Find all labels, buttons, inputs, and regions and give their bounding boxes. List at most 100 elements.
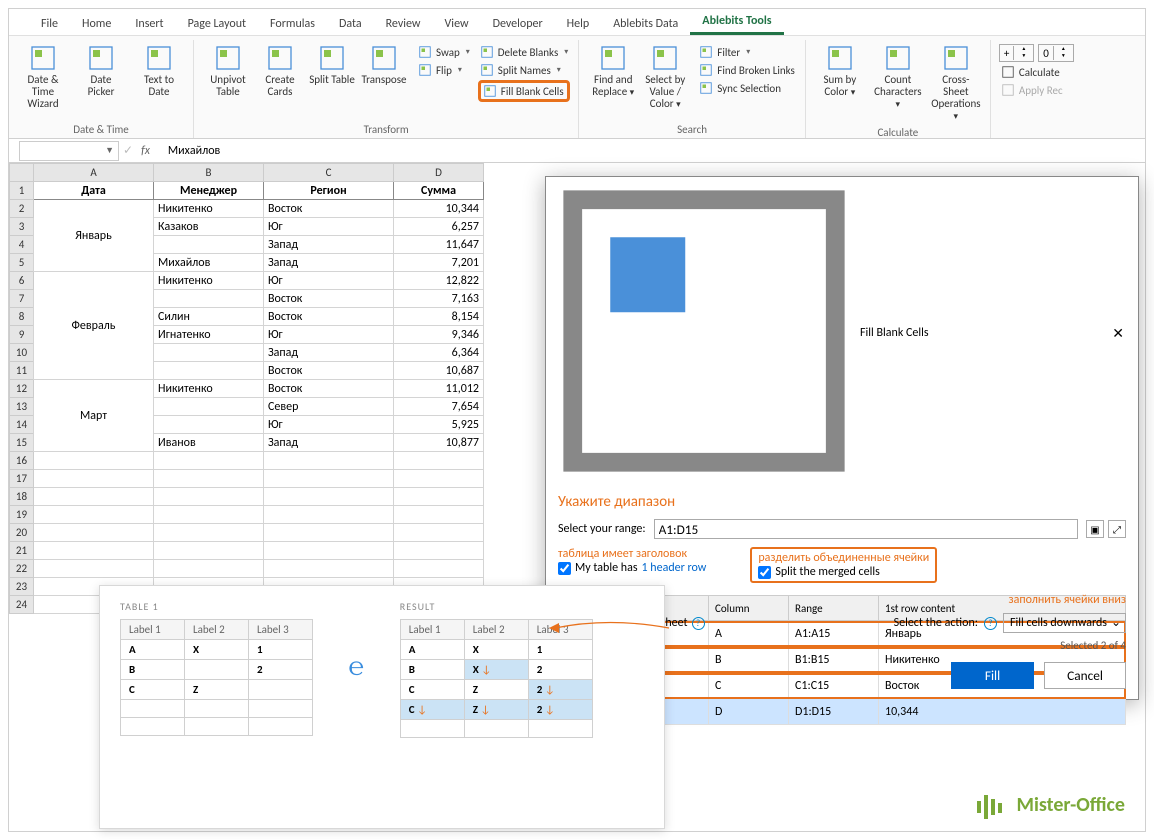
- tab-developer[interactable]: Developer: [481, 13, 555, 35]
- sum-by-color-button[interactable]: Sum by Color ▾: [814, 42, 866, 100]
- help-icon[interactable]: ?: [692, 617, 705, 630]
- cell[interactable]: 10,877: [394, 434, 484, 452]
- cell[interactable]: [154, 416, 264, 434]
- tab-formulas[interactable]: Formulas: [258, 13, 327, 35]
- expand-range-icon[interactable]: ⤢: [1108, 520, 1126, 538]
- cell[interactable]: Запад: [264, 344, 394, 362]
- find-and-replace-button[interactable]: Find and Replace ▾: [587, 42, 639, 112]
- date-time-wizard-button[interactable]: Date & Time Wizard: [17, 42, 69, 112]
- cell[interactable]: Восток: [264, 290, 394, 308]
- cell[interactable]: Восток: [264, 362, 394, 380]
- fill-blank-cells-button[interactable]: Fill Blank Cells: [478, 80, 570, 102]
- name-box[interactable]: ▼: [19, 141, 119, 161]
- tab-file[interactable]: File: [29, 13, 70, 35]
- action-select[interactable]: Fill cells downwards: [1003, 613, 1126, 633]
- cell[interactable]: 5,925: [394, 416, 484, 434]
- apply-button[interactable]: Apply Rec: [999, 82, 1074, 98]
- header-cell[interactable]: Дата: [34, 182, 154, 200]
- tab-view[interactable]: View: [433, 13, 481, 35]
- tab-insert[interactable]: Insert: [123, 13, 175, 35]
- cell[interactable]: 12,822: [394, 272, 484, 290]
- cell[interactable]: 7,201: [394, 254, 484, 272]
- formula-content[interactable]: Михайлов: [158, 144, 1145, 158]
- cell[interactable]: Запад: [264, 434, 394, 452]
- cell[interactable]: [154, 290, 264, 308]
- cell[interactable]: Никитенко: [154, 380, 264, 398]
- header-cell[interactable]: Регион: [264, 182, 394, 200]
- tab-data[interactable]: Data: [327, 13, 374, 35]
- spinner-plus[interactable]: +▲▼: [999, 44, 1034, 62]
- cell[interactable]: Никитенко: [154, 200, 264, 218]
- cell[interactable]: Казаков: [154, 218, 264, 236]
- split-table-button[interactable]: Split Table: [306, 42, 358, 100]
- cell[interactable]: Февраль: [34, 272, 154, 380]
- cell[interactable]: [154, 362, 264, 380]
- cell[interactable]: [154, 344, 264, 362]
- cell[interactable]: Силин: [154, 308, 264, 326]
- cell[interactable]: 7,163: [394, 290, 484, 308]
- count-characters-button[interactable]: Count Characters ▾: [872, 42, 924, 112]
- cell[interactable]: Запад: [264, 254, 394, 272]
- cell[interactable]: [154, 398, 264, 416]
- tab-help[interactable]: Help: [555, 13, 602, 35]
- cell[interactable]: Никитенко: [154, 272, 264, 290]
- cell[interactable]: Юг: [264, 326, 394, 344]
- delete-blanks-button[interactable]: Delete Blanks: [478, 44, 570, 60]
- find-broken-links-button[interactable]: Find Broken Links: [697, 62, 797, 78]
- header-row-checkbox[interactable]: My table has 1 header row: [558, 561, 706, 575]
- cell[interactable]: Восток: [264, 380, 394, 398]
- text-to-date-button[interactable]: Text to Date: [133, 42, 185, 100]
- unpivot-table-button[interactable]: Unpivot Table: [202, 42, 254, 100]
- calculate-button[interactable]: Calculate: [999, 64, 1074, 80]
- cell[interactable]: 11,012: [394, 380, 484, 398]
- tab-review[interactable]: Review: [374, 13, 433, 35]
- cancel-button[interactable]: Cancel: [1044, 662, 1126, 689]
- header-cell[interactable]: Менеджер: [154, 182, 264, 200]
- cell[interactable]: Михайлов: [154, 254, 264, 272]
- spinner-zero[interactable]: 0▲▼: [1038, 44, 1074, 62]
- cell[interactable]: 8,154: [394, 308, 484, 326]
- cell[interactable]: Юг: [264, 416, 394, 434]
- cell[interactable]: Март: [34, 380, 154, 452]
- create-cards-button[interactable]: Create Cards: [254, 42, 306, 100]
- cell[interactable]: Игнатенко: [154, 326, 264, 344]
- sync-selection-button[interactable]: Sync Selection: [697, 80, 797, 96]
- worksheet-grid[interactable]: ABCD 1 Дата Менеджер Регион Сумма 2Январ…: [9, 163, 484, 614]
- tab-ablebits-tools[interactable]: Ablebits Tools: [690, 10, 783, 35]
- cross-sheet-operations-button[interactable]: Cross-Sheet Operations ▾: [930, 42, 982, 124]
- split-names-button[interactable]: Split Names: [478, 62, 570, 78]
- tab-home[interactable]: Home: [70, 13, 123, 35]
- transpose-button[interactable]: Transpose: [358, 42, 410, 100]
- fx-icon[interactable]: fx: [133, 144, 158, 158]
- cell[interactable]: 11,647: [394, 236, 484, 254]
- cell[interactable]: Январь: [34, 200, 154, 272]
- header-cell[interactable]: Сумма: [394, 182, 484, 200]
- date-picker-button[interactable]: Date Picker: [75, 42, 127, 100]
- cell[interactable]: 7,654: [394, 398, 484, 416]
- tab-ablebits-data[interactable]: Ablebits Data: [601, 13, 690, 35]
- swap-button[interactable]: Swap: [416, 44, 472, 60]
- cell[interactable]: 6,257: [394, 218, 484, 236]
- cell[interactable]: Север: [264, 398, 394, 416]
- cell[interactable]: Запад: [264, 236, 394, 254]
- cell[interactable]: 10,687: [394, 362, 484, 380]
- cell[interactable]: Иванов: [154, 434, 264, 452]
- close-icon[interactable]: ✕: [1106, 325, 1130, 342]
- cell[interactable]: Восток: [264, 200, 394, 218]
- collapse-range-icon[interactable]: ▣: [1086, 520, 1104, 538]
- select-by-value-color-button[interactable]: Select by Value / Color ▾: [639, 42, 691, 112]
- filter-button[interactable]: Filter: [697, 44, 797, 60]
- cell[interactable]: [154, 236, 264, 254]
- split-merged-checkbox[interactable]: Split the merged cells: [758, 565, 929, 579]
- help-icon[interactable]: ?: [984, 617, 997, 630]
- flip-button[interactable]: Flip: [416, 62, 472, 78]
- cell[interactable]: Восток: [264, 308, 394, 326]
- range-input[interactable]: [654, 519, 1078, 539]
- cell[interactable]: Юг: [264, 272, 394, 290]
- cell[interactable]: 9,346: [394, 326, 484, 344]
- fill-button[interactable]: Fill: [951, 662, 1034, 689]
- tab-page-layout[interactable]: Page Layout: [176, 13, 258, 35]
- cell[interactable]: 10,344: [394, 200, 484, 218]
- cell[interactable]: Юг: [264, 218, 394, 236]
- cell[interactable]: 6,364: [394, 344, 484, 362]
